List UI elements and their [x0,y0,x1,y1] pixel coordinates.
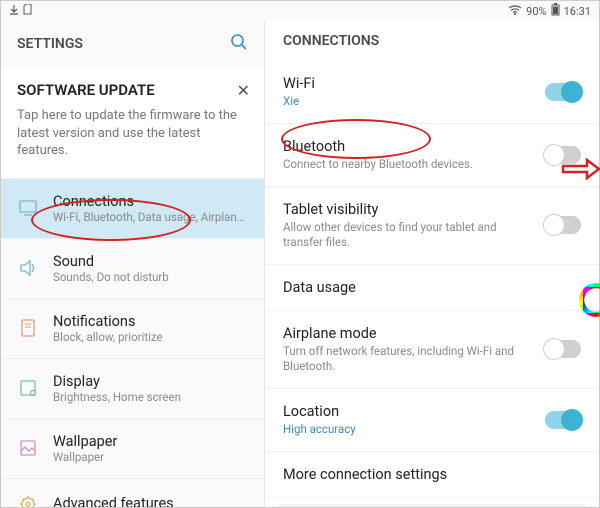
connections-title: CONNECTIONS [283,33,379,49]
sidebar-item-notifications[interactable]: NotificationsBlock, allow, prioritize [1,299,264,359]
connection-title: Tablet visibility [283,201,535,218]
wallpaper-icon [17,437,39,459]
connection-sub: High accuracy [283,422,535,437]
status-bar: 90% 16:31 [1,1,599,21]
connection-item-more-connection-settings[interactable]: More connection settings [265,452,599,498]
clock: 16:31 [564,5,591,18]
toggle-switch[interactable] [545,411,581,429]
settings-sidebar: SETTINGS SOFTWARE UPDATE Tap here to upd… [1,21,265,507]
connection-sub: Turn off network features, including Wi-… [283,344,535,374]
connection-item-bluetooth[interactable]: Bluetooth Connect to nearby Bluetooth dev… [265,124,599,187]
category-sub: Wallpaper [53,450,248,464]
connection-title: Wi-Fi [283,75,535,92]
connection-sub: Xie [283,94,535,109]
connection-item-airplane-mode[interactable]: Airplane mode Turn off network features, … [265,311,599,389]
software-update-title: SOFTWARE UPDATE [17,81,248,99]
connection-title: Location [283,403,535,420]
connections-header: CONNECTIONS [265,21,599,61]
looking-for-card: LOOKING FOR SOMETHING ELSE?SAMSUNG CLOUD [279,504,585,507]
category-sub: Wi-Fi, Bluetooth, Data usage, Airplane m… [53,210,248,224]
toggle-switch[interactable] [545,340,581,358]
connection-title: Airplane mode [283,325,535,342]
notifications-icon [17,317,39,339]
toggle-switch[interactable] [545,83,581,101]
connection-item-tablet-visibility[interactable]: Tablet visibility Allow other devices to … [265,187,599,265]
category-title: Sound [53,253,248,270]
download-icon [9,5,19,18]
connection-title: More connection settings [283,466,581,483]
connection-item-wi-fi[interactable]: Wi-Fi Xie [265,61,599,124]
advanced-icon [17,493,39,507]
category-title: Wallpaper [53,433,248,450]
close-icon[interactable]: ✕ [237,81,250,100]
category-title: Advanced features [53,495,248,507]
software-update-body: Tap here to update the firmware to the l… [17,107,248,160]
sound-icon [17,257,39,279]
battery-icon [551,3,560,19]
sdcard-icon [23,4,32,18]
connections-icon [17,197,39,219]
toggle-switch[interactable] [545,146,581,164]
connection-item-location[interactable]: Location High accuracy [265,389,599,452]
category-title: Notifications [53,313,248,330]
toggle-switch[interactable] [545,216,581,234]
category-list: ConnectionsWi-Fi, Bluetooth, Data usage,… [1,179,264,507]
category-sub: Brightness, Home screen [53,390,248,404]
battery-percent: 90% [526,5,546,18]
sidebar-item-wallpaper[interactable]: WallpaperWallpaper [1,419,264,479]
connections-list: Wi-Fi Xie Bluetooth Connect to nearby Bluet… [265,61,599,507]
settings-title: SETTINGS [17,36,83,52]
sidebar-item-advanced-features[interactable]: Advanced features [1,479,264,507]
category-sub: Sounds, Do not disturb [53,270,248,284]
search-icon[interactable] [230,33,248,55]
connection-title: Data usage [283,279,581,296]
connection-item-data-usage[interactable]: Data usage [265,265,599,311]
connection-sub: Allow other devices to find your tablet … [283,220,535,250]
sidebar-item-connections[interactable]: ConnectionsWi-Fi, Bluetooth, Data usage,… [1,179,264,239]
connection-sub: Connect to nearby Bluetooth devices. [283,157,535,172]
connection-title: Bluetooth [283,138,535,155]
wifi-icon [508,5,522,18]
display-icon [17,377,39,399]
software-update-card[interactable]: SOFTWARE UPDATE Tap here to update the f… [1,67,264,179]
sidebar-item-display[interactable]: DisplayBrightness, Home screen [1,359,264,419]
category-title: Display [53,373,248,390]
category-title: Connections [53,193,248,210]
settings-header: SETTINGS [1,21,264,67]
connections-pane: CONNECTIONS Wi-Fi Xie Bluetooth Connect to … [265,21,599,507]
category-sub: Block, allow, prioritize [53,330,248,344]
sidebar-item-sound[interactable]: SoundSounds, Do not disturb [1,239,264,299]
